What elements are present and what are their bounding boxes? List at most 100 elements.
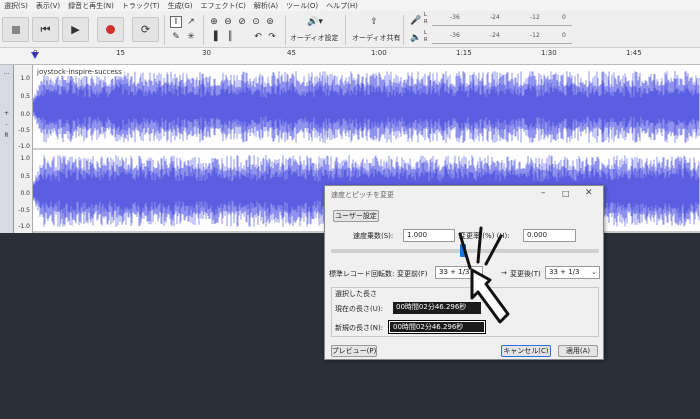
zoom-in-icon[interactable]: ⊕ [208, 16, 220, 28]
toolbar-separator [403, 15, 404, 45]
toolbar-separator [345, 15, 346, 45]
fit-selection-icon[interactable]: ⊘ [236, 16, 248, 28]
new-length-label: 新規の長さ(N): [335, 324, 384, 332]
ruler-tick-label: 45 [287, 49, 296, 57]
user-settings-button[interactable]: ユーザー設定 [333, 210, 379, 222]
meter-tick: -36 [450, 32, 460, 39]
audio-share-button[interactable]: オーディオ共有 [352, 33, 401, 43]
undo-icon[interactable]: ↶ [252, 31, 264, 43]
gain-down-button[interactable]: - [1, 121, 12, 128]
rpm-label: 標準レコード回転数: [329, 270, 395, 278]
skip-to-start-icon: ⏮ [40, 22, 51, 36]
stop-button[interactable] [2, 17, 29, 42]
play-icon: ▶ [71, 23, 80, 36]
speed-multiplier-label: 速度乗数(S): [353, 232, 394, 240]
zoom-out-icon[interactable]: ⊖ [222, 16, 234, 28]
meter-tick: -24 [490, 14, 500, 21]
speaker-meter-icon[interactable]: 🔈 [410, 32, 422, 44]
after-rpm-value: 33 + 1/3 [549, 268, 580, 276]
scale-label: 0.5 [20, 173, 30, 180]
toolbar-separator [203, 15, 204, 45]
loop-icon: ⟳ [140, 23, 151, 36]
scale-label: 0.0 [20, 190, 30, 197]
multi-tool-icon[interactable]: ✳ [185, 31, 197, 43]
track-menu-button[interactable]: ... [1, 69, 12, 76]
scale-label: -0.5 [18, 207, 30, 214]
envelope-tool-icon[interactable]: ↗ [185, 16, 197, 28]
ruler-tick-label: 30 [202, 49, 211, 57]
change-rate-input[interactable]: 0.000 [523, 229, 576, 242]
scale-label: 0.5 [20, 93, 30, 100]
preview-button[interactable]: プレビュー(P) [331, 345, 377, 357]
gain-up-button[interactable]: + [1, 110, 12, 117]
scale-label: -1.0 [18, 223, 30, 230]
track-control-panel[interactable]: ... + - R [0, 65, 14, 233]
speaker-icon[interactable]: 🔊▾ [305, 16, 325, 28]
skip-to-start-button[interactable]: ⏮ [32, 17, 59, 42]
ruler-tick-label: 1:00 [371, 49, 387, 57]
menu-track[interactable]: トラック(T) [118, 1, 164, 11]
before-label: 変更前(F) [397, 270, 428, 278]
timeline-ruler[interactable]: 0 15 30 45 1:00 1:15 1:30 1:45 [0, 48, 700, 65]
scale-label: -1.0 [18, 143, 30, 150]
playback-meter[interactable]: -36 -24 -12 0 [432, 32, 572, 44]
meter-l-label: L [424, 30, 427, 36]
chevron-down-icon: ⌄ [591, 268, 597, 276]
fit-project-icon[interactable]: ⊙ [250, 16, 262, 28]
meter-tick: -36 [450, 14, 460, 21]
share-icon[interactable]: ⇪ [368, 16, 380, 28]
apply-button[interactable]: 適用(A) [558, 345, 598, 357]
hand-cursor-icon [458, 226, 510, 324]
ruler-tick-label: 1:45 [626, 49, 642, 57]
menu-generate[interactable]: 生成(G) [164, 1, 197, 11]
track-name[interactable]: joystock-inspire-success [35, 68, 124, 76]
menu-tools[interactable]: ツール(O) [282, 1, 322, 11]
close-icon[interactable]: ✕ [585, 188, 593, 198]
toolbar-separator [285, 15, 286, 45]
redo-icon[interactable]: ↷ [266, 31, 278, 43]
selection-tool-icon[interactable]: I [170, 16, 182, 28]
stop-icon [11, 25, 20, 34]
ruler-tick-label: 0 [33, 49, 38, 57]
menu-analyze[interactable]: 解析(A) [250, 1, 282, 11]
ruler-tick-label: 1:30 [541, 49, 557, 57]
draw-tool-icon[interactable]: ✎ [170, 31, 182, 43]
meter-tick: -12 [530, 14, 540, 21]
record-button[interactable] [97, 17, 124, 42]
menu-effect[interactable]: エフェクト(C) [197, 1, 250, 11]
menu-view[interactable]: 表示(V) [32, 1, 64, 11]
meter-r-label: R [424, 19, 428, 25]
ruler-tick-label: 1:15 [456, 49, 472, 57]
menu-record-play[interactable]: 録音と再生(N) [64, 1, 118, 11]
pan-button[interactable]: R [1, 132, 12, 139]
meter-tick: 0 [562, 32, 566, 39]
speed-multiplier-input[interactable]: 1.000 [403, 229, 455, 242]
scale-label: -0.5 [18, 127, 30, 134]
scale-label: 1.0 [20, 155, 30, 162]
menu-help[interactable]: ヘルプ(H) [322, 1, 362, 11]
meter-l-label: L [424, 12, 427, 18]
audio-settings-button[interactable]: オーディオ設定 [290, 33, 339, 43]
after-rpm-select[interactable]: 33 + 1/3 ⌄ [545, 266, 600, 279]
toolbar: ⏮ ▶ ⟳ I ↗ ✎ ✳ ⊕ ⊖ ⊘ ⊙ ⊚ ▐ ║ ↶ ↷ 🔊▾ オーディオ… [0, 11, 700, 48]
current-length-label: 現在の長さ(U): [335, 305, 383, 313]
menu-bar: 選択(S) 表示(V) 録音と再生(N) トラック(T) 生成(G) エフェクト… [0, 0, 700, 11]
meter-tick: -24 [490, 32, 500, 39]
cancel-button[interactable]: キャンセル(C) [501, 345, 551, 357]
microphone-icon[interactable]: 🎤 [410, 15, 422, 27]
loop-button[interactable]: ⟳ [132, 17, 159, 42]
zoom-toggle-icon[interactable]: ⊚ [264, 16, 276, 28]
scale-label: 1.0 [20, 75, 30, 82]
silence-icon[interactable]: ║ [224, 31, 236, 43]
trim-icon[interactable]: ▐ [208, 31, 220, 43]
vertical-scale: 1.0 0.5 0.0 -0.5 -1.0 1.0 0.5 0.0 -0.5 -… [14, 65, 33, 233]
minimize-icon[interactable]: – [541, 188, 546, 198]
play-button[interactable]: ▶ [62, 17, 89, 42]
record-meter[interactable]: -36 -24 -12 0 [432, 14, 572, 26]
meter-tick: 0 [562, 14, 566, 21]
menu-select[interactable]: 選択(S) [0, 1, 32, 11]
scale-label: 0.0 [20, 111, 30, 118]
maximize-icon[interactable]: □ [562, 189, 570, 198]
meter-tick: -12 [530, 32, 540, 39]
ruler-tick-label: 15 [116, 49, 125, 57]
